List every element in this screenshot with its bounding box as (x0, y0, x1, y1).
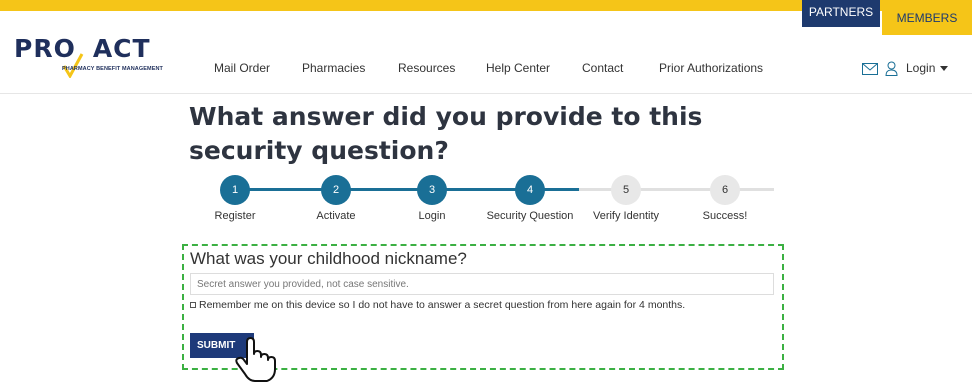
logo-checkmark-icon (62, 53, 84, 78)
remember-device-option[interactable]: Remember me on this device so I do not h… (190, 299, 685, 311)
nav-help-center[interactable]: Help Center (486, 61, 550, 75)
page-title: What answer did you provide to this secu… (189, 102, 703, 165)
nav-contact[interactable]: Contact (582, 61, 623, 75)
stepper-remaining-line (579, 188, 774, 191)
step-label: Success! (702, 210, 748, 222)
step-label: Register (214, 210, 256, 222)
security-question-text: What was your childhood nickname? (190, 249, 467, 268)
step-label: Verify Identity (592, 210, 660, 222)
logo-tagline: PHARMACY BENEFIT MANAGEMENT (62, 66, 163, 72)
members-button[interactable]: MEMBERS (882, 0, 972, 35)
partners-button[interactable]: PARTNERS (802, 0, 880, 27)
nav-pharmacies[interactable]: Pharmacies (302, 61, 365, 75)
envelope-icon[interactable] (862, 63, 878, 75)
step-number: 4 (515, 175, 545, 205)
step-number: 3 (417, 175, 447, 205)
progress-stepper: 1 Register 2 Activate 3 Login 4 Security… (189, 173, 779, 243)
remember-device-checkbox[interactable] (190, 302, 196, 309)
step-label: Security Question (486, 210, 574, 222)
proact-logo[interactable]: PRO ACT PHARMACY BENEFIT MANAGEMENT (14, 34, 194, 82)
header-divider (0, 93, 972, 94)
step-number: 1 (220, 175, 250, 205)
user-icon[interactable] (885, 61, 898, 76)
login-label: Login (906, 61, 936, 75)
remember-device-label: Remember me on this device so I do not h… (199, 299, 686, 311)
secret-answer-input[interactable] (190, 273, 774, 295)
step-number: 6 (710, 175, 740, 205)
nav-mail-order[interactable]: Mail Order (214, 61, 270, 75)
step-label: Login (418, 210, 446, 222)
step-number: 5 (611, 175, 641, 205)
hand-pointer-cursor-icon (235, 337, 276, 382)
login-dropdown[interactable]: Login (906, 61, 949, 75)
nav-prior-authorizations[interactable]: Prior Authorizations (659, 61, 763, 75)
step-number: 2 (321, 175, 351, 205)
caret-down-icon (940, 66, 949, 72)
step-label: Activate (316, 210, 356, 222)
nav-resources[interactable]: Resources (398, 61, 455, 75)
